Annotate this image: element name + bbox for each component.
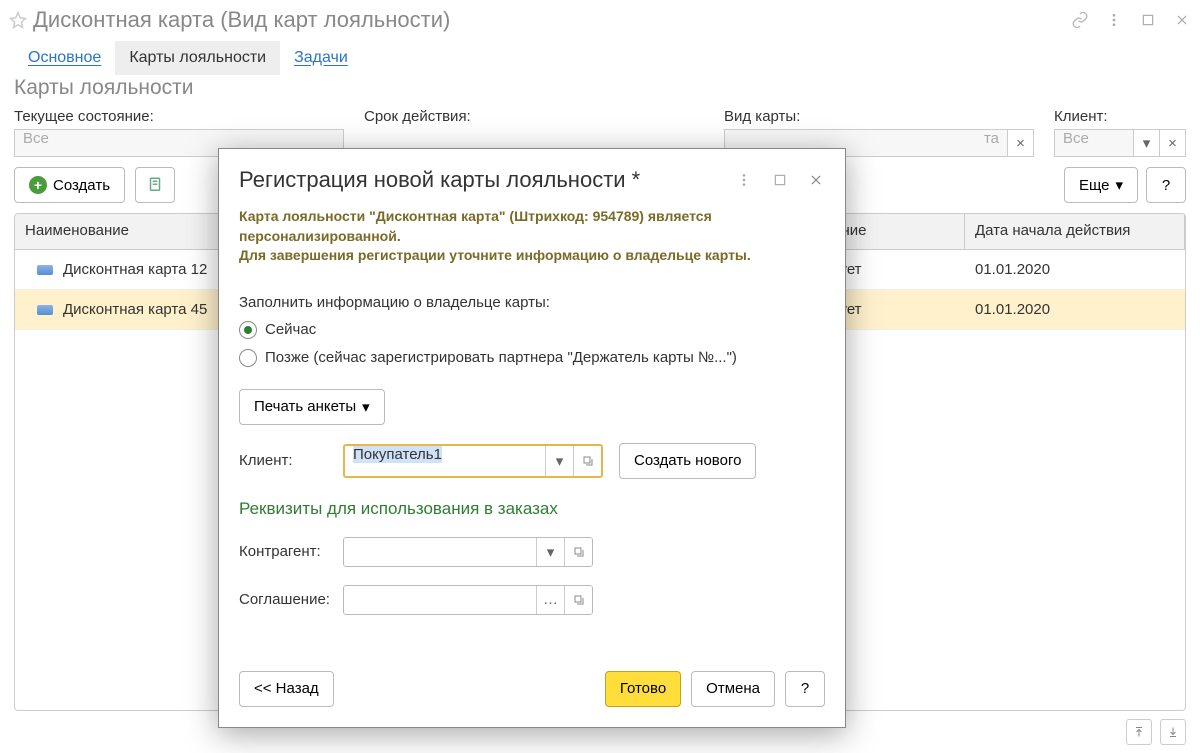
back-button[interactable]: << Назад [239, 671, 334, 707]
modal-maximize-icon[interactable] [771, 171, 789, 189]
page-up-icon[interactable] [1126, 719, 1152, 745]
modal-info-text: Карта лояльности "Дисконтная карта" (Штр… [239, 207, 825, 266]
radio-now-label: Сейчас [265, 321, 316, 338]
filter-client-clear-icon[interactable]: × [1160, 129, 1186, 157]
filter-state-label: Текущее состояние: [14, 108, 344, 125]
modal-kebab-icon[interactable] [735, 171, 753, 189]
client-input-group: Покупатель1 ▾ [343, 444, 603, 478]
counterparty-input-group: ▾ [343, 537, 593, 567]
filter-card-type-label: Вид карты: [724, 108, 1034, 125]
filter-client-dropdown-icon[interactable]: ▾ [1134, 129, 1160, 157]
requisites-header: Реквизиты для использования в заказах [239, 499, 825, 519]
maximize-icon[interactable] [1138, 10, 1158, 30]
cell-date: 01.01.2020 [965, 261, 1185, 278]
create-button-label: Создать [53, 177, 110, 194]
tabs-bar: Основное Карты лояльности Задачи [0, 40, 1200, 76]
registration-modal: Регистрация новой карты лояльности * Кар… [218, 148, 846, 728]
modal-title: Регистрация новой карты лояльности * [239, 167, 735, 193]
card-icon [37, 265, 53, 275]
page-header: Карты лояльности [0, 76, 1200, 106]
favorite-star-icon[interactable] [8, 10, 28, 30]
tab-tasks[interactable]: Задачи [280, 41, 362, 75]
agreement-ellipsis-icon[interactable]: … [536, 586, 564, 614]
chevron-down-icon: ▾ [362, 398, 370, 416]
card-icon [37, 305, 53, 315]
close-icon[interactable] [1172, 10, 1192, 30]
more-button[interactable]: Еще ▾ [1064, 167, 1138, 203]
chevron-down-icon: ▾ [1115, 176, 1123, 194]
client-input-value: Покупатель1 [353, 446, 442, 463]
client-input[interactable]: Покупатель1 [345, 446, 545, 476]
radio-icon [239, 321, 257, 339]
page-down-icon[interactable] [1160, 719, 1186, 745]
column-header-date[interactable]: Дата начала действия [965, 214, 1185, 249]
copy-document-button[interactable] [135, 167, 175, 203]
agreement-input[interactable] [344, 586, 536, 614]
window-title: Дисконтная карта (Вид карт лояльности) [33, 7, 1070, 33]
create-button[interactable]: + Создать [14, 167, 125, 203]
cancel-button[interactable]: Отмена [691, 671, 775, 707]
radio-later[interactable]: Позже (сейчас зарегистрировать партнера … [239, 349, 825, 367]
title-bar: Дисконтная карта (Вид карт лояльности) [0, 0, 1200, 40]
more-button-label: Еще [1079, 177, 1110, 194]
client-dropdown-icon[interactable]: ▾ [545, 446, 573, 476]
agreement-label: Соглашение: [239, 591, 343, 608]
fill-info-prompt: Заполнить информацию о владельце карты: [239, 294, 825, 311]
client-field-label: Клиент: [239, 452, 343, 469]
filter-validity-label: Срок действия: [364, 108, 704, 125]
print-survey-label: Печать анкеты [254, 398, 356, 415]
info-line: Карта лояльности "Дисконтная карта" (Штр… [239, 208, 712, 244]
filter-client-input[interactable]: Все [1054, 129, 1134, 157]
info-line: Для завершения регистрации уточните инфо… [239, 247, 751, 263]
create-new-button[interactable]: Создать нового [619, 443, 756, 479]
filter-client-label: Клиент: [1054, 108, 1186, 125]
done-button[interactable]: Готово [605, 671, 681, 707]
cell-name: Дисконтная карта 12 [63, 261, 207, 278]
cell-date: 01.01.2020 [965, 301, 1185, 318]
counterparty-input[interactable] [344, 538, 536, 566]
radio-now[interactable]: Сейчас [239, 321, 825, 339]
tab-main[interactable]: Основное [14, 41, 115, 75]
counterparty-open-icon[interactable] [564, 538, 592, 566]
help-button[interactable]: ? [1146, 167, 1186, 203]
agreement-input-group: … [343, 585, 593, 615]
agreement-open-icon[interactable] [564, 586, 592, 614]
print-survey-button[interactable]: Печать анкеты ▾ [239, 389, 385, 425]
counterparty-label: Контрагент: [239, 543, 343, 560]
radio-icon [239, 349, 257, 367]
filter-card-type-clear-icon[interactable]: × [1008, 129, 1034, 157]
modal-help-button[interactable]: ? [785, 671, 825, 707]
modal-close-icon[interactable] [807, 171, 825, 189]
radio-later-label: Позже (сейчас зарегистрировать партнера … [265, 349, 737, 366]
client-open-icon[interactable] [573, 446, 601, 476]
plus-icon: + [29, 176, 47, 194]
kebab-menu-icon[interactable] [1104, 10, 1124, 30]
cell-name: Дисконтная карта 45 [63, 301, 207, 318]
counterparty-dropdown-icon[interactable]: ▾ [536, 538, 564, 566]
link-icon[interactable] [1070, 10, 1090, 30]
tab-loyalty-cards[interactable]: Карты лояльности [115, 41, 280, 75]
